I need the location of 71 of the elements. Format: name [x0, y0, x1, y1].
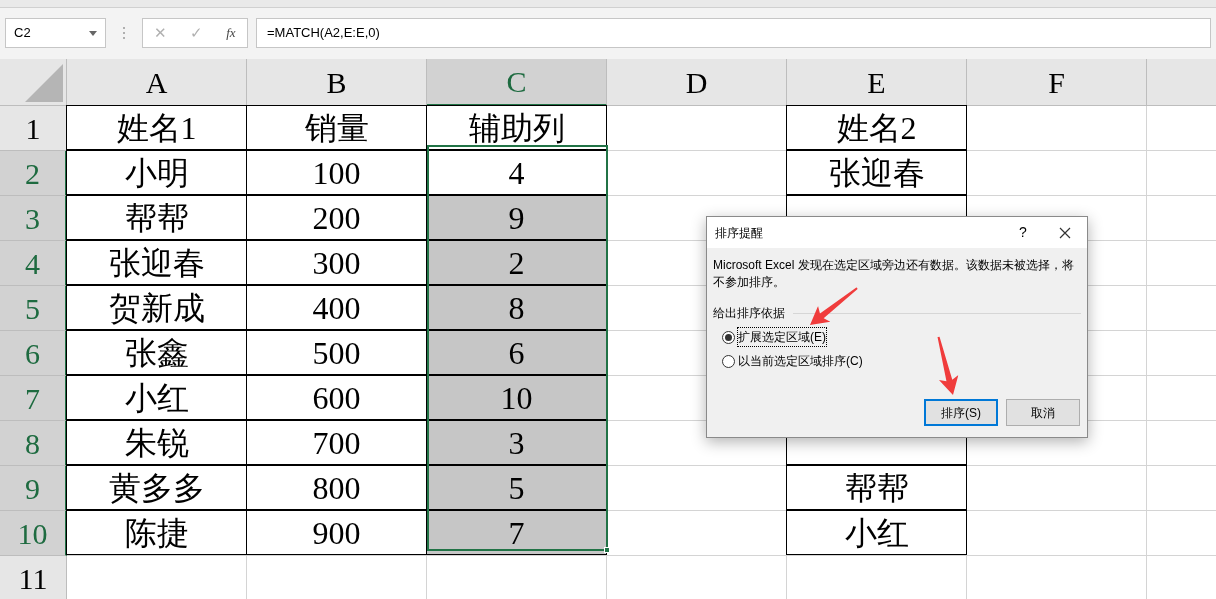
table-cell: 9 — [426, 195, 607, 240]
table-cell: 600 — [246, 375, 427, 420]
dialog-title: 排序提醒 — [715, 224, 764, 242]
table-cell: 张鑫 — [66, 330, 247, 375]
table-cell: 300 — [246, 240, 427, 285]
group-label: 给出排序依据 — [713, 305, 785, 322]
radio-option[interactable]: 以当前选定区域排序(C) — [722, 352, 1072, 370]
row-header[interactable]: 9 — [0, 466, 67, 511]
dialog-button[interactable]: 取消 — [1006, 399, 1080, 426]
column-header[interactable]: F — [967, 59, 1147, 106]
row-header[interactable]: 8 — [0, 421, 67, 466]
row-header[interactable]: 3 — [0, 196, 67, 241]
name-box[interactable]: C2 — [5, 18, 106, 48]
drag-handle-icon[interactable] — [122, 26, 126, 40]
table-cell: 小红 — [786, 510, 967, 555]
table-cell: 黄多多 — [66, 465, 247, 510]
radio-option[interactable]: 扩展选定区域(E) — [722, 328, 1072, 346]
table-cell: 帮帮 — [66, 195, 247, 240]
table-cell: 销量 — [246, 105, 427, 150]
table-cell: 3 — [426, 420, 607, 465]
table-cell: 7 — [426, 510, 607, 555]
table-cell: 张迎春 — [786, 150, 967, 195]
row-header[interactable]: 4 — [0, 241, 67, 286]
column-header[interactable] — [1147, 59, 1216, 106]
table-cell: 4 — [426, 150, 607, 195]
insert-function-button[interactable]: fx — [226, 23, 236, 43]
column-header[interactable]: A — [67, 59, 247, 106]
radio-button[interactable] — [722, 354, 735, 368]
row-header[interactable]: 7 — [0, 376, 67, 421]
row-header[interactable]: 5 — [0, 286, 67, 331]
table-cell: 小红 — [66, 375, 247, 420]
dropdown-caret-icon — [89, 30, 97, 36]
table-cell: 张迎春 — [66, 240, 247, 285]
table-cell: 贺新成 — [66, 285, 247, 330]
row-header[interactable]: 1 — [0, 106, 67, 151]
table-cell: 帮帮 — [786, 465, 967, 510]
dialog-button[interactable]: 排序(S) — [924, 399, 998, 426]
formula-field[interactable]: =MATCH(A2,E:E,0) — [256, 18, 1211, 48]
table-cell: 2 — [426, 240, 607, 285]
table-cell: 10 — [426, 375, 607, 420]
select-all-corner[interactable] — [0, 59, 67, 106]
fill-handle[interactable] — [604, 547, 610, 553]
table-cell: 500 — [246, 330, 427, 375]
table-cell: 400 — [246, 285, 427, 330]
table-cell: 朱锐 — [66, 420, 247, 465]
table-cell: 700 — [246, 420, 427, 465]
table-cell: 小明 — [66, 150, 247, 195]
table-cell: 100 — [246, 150, 427, 195]
table-cell: 姓名1 — [66, 105, 247, 150]
table-cell: 辅助列 — [426, 105, 607, 150]
table-cell: 姓名2 — [786, 105, 967, 150]
table-cell: 陈捷 — [66, 510, 247, 555]
column-header[interactable]: B — [247, 59, 427, 106]
help-button[interactable]: ? — [1003, 222, 1043, 243]
table-cell: 200 — [246, 195, 427, 240]
close-icon — [1059, 226, 1071, 239]
column-header[interactable]: E — [787, 59, 967, 106]
select-all-icon — [25, 64, 63, 102]
table-cell: 900 — [246, 510, 427, 555]
column-header[interactable]: D — [607, 59, 787, 106]
table-cell: 6 — [426, 330, 607, 375]
radio-button[interactable] — [722, 330, 735, 344]
column-header[interactable]: C — [427, 59, 607, 106]
row-header[interactable]: 2 — [0, 151, 67, 196]
row-header[interactable]: 6 — [0, 331, 67, 376]
table-cell: 800 — [246, 465, 427, 510]
dialog-message: Microsoft Excel 发现在选定区域旁边还有数据。该数据未被选择，将不参加排序。 — [712, 257, 1075, 291]
row-header[interactable]: 10 — [0, 511, 67, 556]
table-cell: 8 — [426, 285, 607, 330]
table-cell: 5 — [426, 465, 607, 510]
row-header[interactable]: 11 — [0, 556, 67, 599]
